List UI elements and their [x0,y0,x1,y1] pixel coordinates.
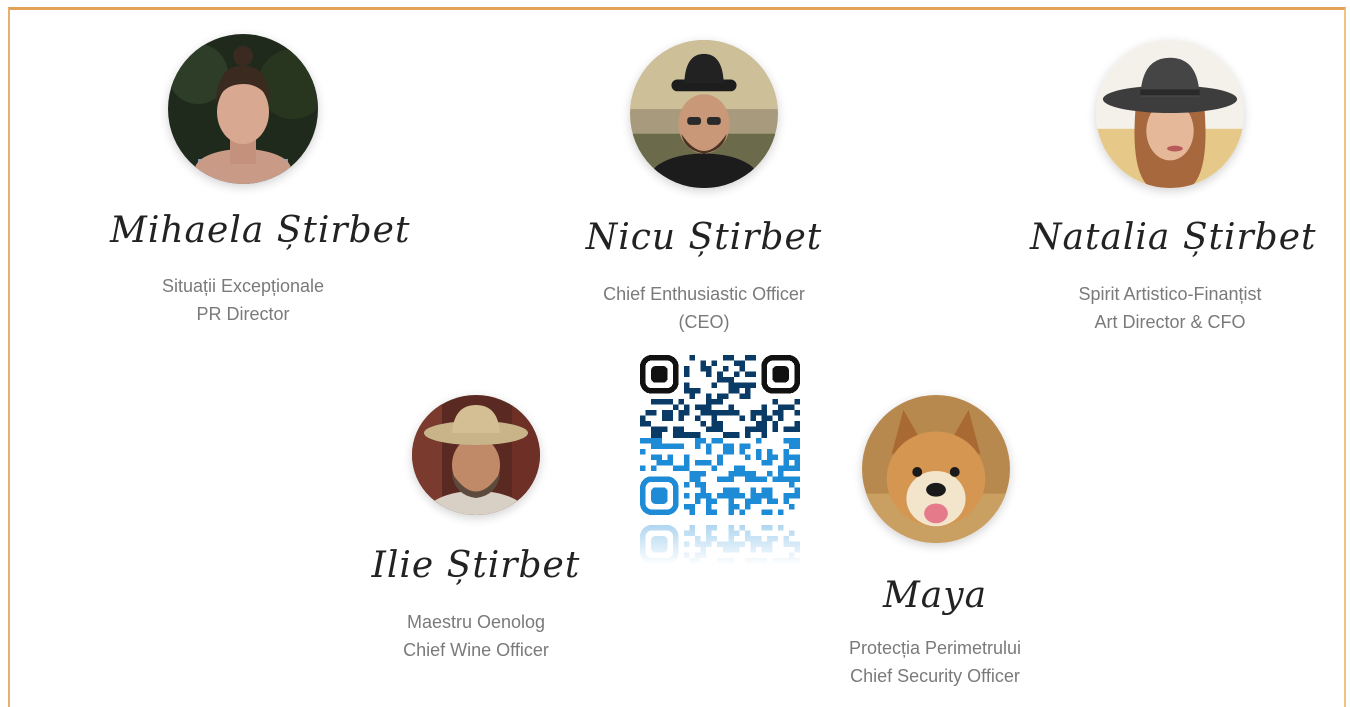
member-name: Nicu Știrbet [585,217,823,258]
portrait-photo [630,40,778,188]
qr-code-image [640,355,800,515]
member-name: Natalia Știrbet [1030,217,1317,258]
team-panel: Mihaela Știrbet Situații Excepționale PR… [8,7,1346,707]
avatar-ilie [412,395,540,515]
member-name: Maya [882,575,988,616]
member-role-line1: Spirit Artistico-Finanțist [1078,284,1262,304]
member-role-line2: Chief Security Officer [850,666,1020,686]
member-role-line1: Situații Excepționale [161,276,325,296]
portrait-photo [168,34,318,184]
member-role-line2: (CEO) [678,312,730,332]
member-name: Ilie Știrbet [371,545,581,586]
qr-reflection-image [640,525,800,565]
member-name: Mihaela Știrbet [110,210,411,251]
qr-reflection [640,525,800,565]
portrait-photo [862,395,1010,543]
member-role-line2: Art Director & CFO [1094,312,1246,332]
qr-code-icon[interactable] [640,355,800,515]
portrait-photo [1096,40,1244,188]
member-role-line1: Protecția Perimetrului [848,638,1022,658]
member-role-line1: Chief Enthusiastic Officer [603,284,805,304]
member-role-line1: Maestru Oenolog [406,612,546,632]
avatar-nicu [630,40,778,188]
avatar-maya [862,395,1010,543]
member-role-line2: PR Director [196,304,290,324]
portrait-photo [412,395,540,515]
avatar-mihaela [168,34,318,184]
avatar-natalia [1096,40,1244,188]
member-role-line2: Chief Wine Officer [403,640,549,660]
